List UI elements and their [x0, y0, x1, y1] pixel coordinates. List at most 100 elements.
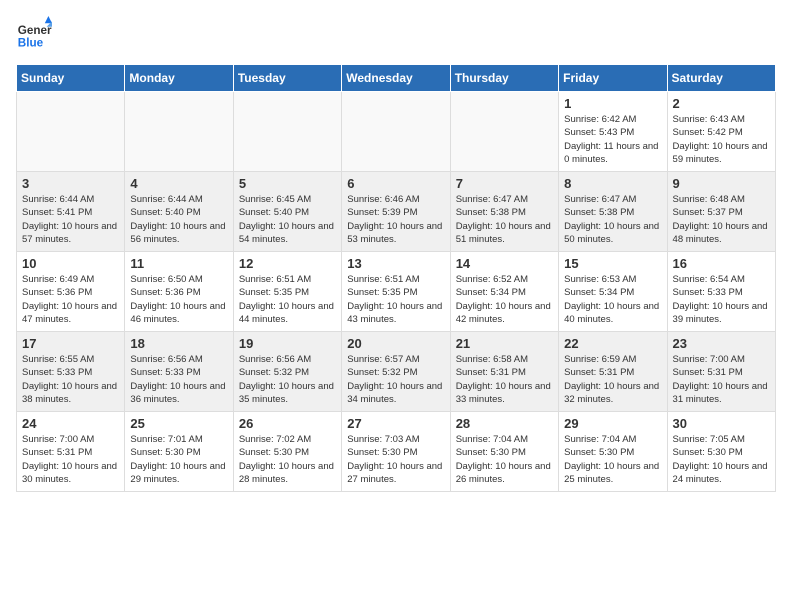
- weekday-header-tuesday: Tuesday: [233, 65, 341, 92]
- day-info: Sunrise: 6:47 AMSunset: 5:38 PMDaylight:…: [456, 193, 553, 246]
- calendar-cell: 30 Sunrise: 7:05 AMSunset: 5:30 PMDayligh…: [667, 412, 775, 492]
- day-number: 9: [673, 176, 770, 191]
- calendar-cell: 11 Sunrise: 6:50 AMSunset: 5:36 PMDayligh…: [125, 252, 233, 332]
- day-info: Sunrise: 7:03 AMSunset: 5:30 PMDaylight:…: [347, 433, 444, 486]
- day-info: Sunrise: 6:56 AMSunset: 5:32 PMDaylight:…: [239, 353, 336, 406]
- day-info: Sunrise: 6:47 AMSunset: 5:38 PMDaylight:…: [564, 193, 661, 246]
- weekday-header-thursday: Thursday: [450, 65, 558, 92]
- calendar-cell: 9 Sunrise: 6:48 AMSunset: 5:37 PMDaylight…: [667, 172, 775, 252]
- day-info: Sunrise: 7:02 AMSunset: 5:30 PMDaylight:…: [239, 433, 336, 486]
- day-info: Sunrise: 6:48 AMSunset: 5:37 PMDaylight:…: [673, 193, 770, 246]
- day-info: Sunrise: 6:49 AMSunset: 5:36 PMDaylight:…: [22, 273, 119, 326]
- day-info: Sunrise: 7:00 AMSunset: 5:31 PMDaylight:…: [673, 353, 770, 406]
- calendar-cell: 4 Sunrise: 6:44 AMSunset: 5:40 PMDaylight…: [125, 172, 233, 252]
- day-info: Sunrise: 6:43 AMSunset: 5:42 PMDaylight:…: [673, 113, 770, 166]
- calendar-cell: 10 Sunrise: 6:49 AMSunset: 5:36 PMDayligh…: [17, 252, 125, 332]
- calendar-table: SundayMondayTuesdayWednesdayThursdayFrid…: [16, 64, 776, 492]
- day-info: Sunrise: 6:51 AMSunset: 5:35 PMDaylight:…: [239, 273, 336, 326]
- day-number: 11: [130, 256, 227, 271]
- weekday-header-saturday: Saturday: [667, 65, 775, 92]
- day-number: 4: [130, 176, 227, 191]
- calendar-week-1: 1 Sunrise: 6:42 AMSunset: 5:43 PMDaylight…: [17, 92, 776, 172]
- weekday-header-monday: Monday: [125, 65, 233, 92]
- day-number: 21: [456, 336, 553, 351]
- page-header: General Blue: [16, 16, 776, 52]
- calendar-cell: 13 Sunrise: 6:51 AMSunset: 5:35 PMDayligh…: [342, 252, 450, 332]
- calendar-cell: 14 Sunrise: 6:52 AMSunset: 5:34 PMDayligh…: [450, 252, 558, 332]
- day-info: Sunrise: 6:57 AMSunset: 5:32 PMDaylight:…: [347, 353, 444, 406]
- day-info: Sunrise: 7:04 AMSunset: 5:30 PMDaylight:…: [456, 433, 553, 486]
- day-info: Sunrise: 7:01 AMSunset: 5:30 PMDaylight:…: [130, 433, 227, 486]
- day-info: Sunrise: 6:55 AMSunset: 5:33 PMDaylight:…: [22, 353, 119, 406]
- day-number: 14: [456, 256, 553, 271]
- calendar-cell: [17, 92, 125, 172]
- calendar-cell: 16 Sunrise: 6:54 AMSunset: 5:33 PMDayligh…: [667, 252, 775, 332]
- day-number: 13: [347, 256, 444, 271]
- day-number: 28: [456, 416, 553, 431]
- day-number: 17: [22, 336, 119, 351]
- calendar-cell: 6 Sunrise: 6:46 AMSunset: 5:39 PMDaylight…: [342, 172, 450, 252]
- day-info: Sunrise: 6:56 AMSunset: 5:33 PMDaylight:…: [130, 353, 227, 406]
- calendar-cell: 25 Sunrise: 7:01 AMSunset: 5:30 PMDayligh…: [125, 412, 233, 492]
- calendar-cell: 24Sunrise: 7:00 AMSunset: 5:31 PMDayligh…: [17, 412, 125, 492]
- calendar-cell: 3 Sunrise: 6:44 AMSunset: 5:41 PMDaylight…: [17, 172, 125, 252]
- day-info: Sunrise: 7:04 AMSunset: 5:30 PMDaylight:…: [564, 433, 661, 486]
- calendar-cell: 15 Sunrise: 6:53 AMSunset: 5:34 PMDayligh…: [559, 252, 667, 332]
- day-info: Sunrise: 6:52 AMSunset: 5:34 PMDaylight:…: [456, 273, 553, 326]
- calendar-cell: 7 Sunrise: 6:47 AMSunset: 5:38 PMDaylight…: [450, 172, 558, 252]
- calendar-cell: [450, 92, 558, 172]
- svg-text:Blue: Blue: [18, 37, 44, 50]
- day-info: Sunrise: 6:44 AMSunset: 5:41 PMDaylight:…: [22, 193, 119, 246]
- day-info: Sunrise: 6:53 AMSunset: 5:34 PMDaylight:…: [564, 273, 661, 326]
- logo-icon: General Blue: [16, 16, 52, 52]
- day-number: 25: [130, 416, 227, 431]
- calendar-cell: 8Sunrise: 6:47 AMSunset: 5:38 PMDaylight…: [559, 172, 667, 252]
- day-number: 5: [239, 176, 336, 191]
- logo: General Blue: [16, 16, 52, 52]
- day-number: 15: [564, 256, 661, 271]
- calendar-cell: [342, 92, 450, 172]
- day-number: 29: [564, 416, 661, 431]
- day-number: 19: [239, 336, 336, 351]
- day-number: 27: [347, 416, 444, 431]
- day-number: 12: [239, 256, 336, 271]
- day-info: Sunrise: 7:05 AMSunset: 5:30 PMDaylight:…: [673, 433, 770, 486]
- day-info: Sunrise: 6:44 AMSunset: 5:40 PMDaylight:…: [130, 193, 227, 246]
- day-info: Sunrise: 6:54 AMSunset: 5:33 PMDaylight:…: [673, 273, 770, 326]
- calendar-cell: [125, 92, 233, 172]
- calendar-cell: 23 Sunrise: 7:00 AMSunset: 5:31 PMDayligh…: [667, 332, 775, 412]
- day-number: 7: [456, 176, 553, 191]
- day-number: 3: [22, 176, 119, 191]
- calendar-cell: 5 Sunrise: 6:45 AMSunset: 5:40 PMDaylight…: [233, 172, 341, 252]
- calendar-cell: [233, 92, 341, 172]
- calendar-cell: 22Sunrise: 6:59 AMSunset: 5:31 PMDayligh…: [559, 332, 667, 412]
- calendar-cell: 27 Sunrise: 7:03 AMSunset: 5:30 PMDayligh…: [342, 412, 450, 492]
- calendar-cell: 29 Sunrise: 7:04 AMSunset: 5:30 PMDayligh…: [559, 412, 667, 492]
- day-info: Sunrise: 6:46 AMSunset: 5:39 PMDaylight:…: [347, 193, 444, 246]
- day-number: 10: [22, 256, 119, 271]
- day-number: 1: [564, 96, 661, 111]
- day-info: Sunrise: 6:42 AMSunset: 5:43 PMDaylight:…: [564, 113, 661, 166]
- weekday-header-row: SundayMondayTuesdayWednesdayThursdayFrid…: [17, 65, 776, 92]
- calendar-week-4: 17 Sunrise: 6:55 AMSunset: 5:33 PMDayligh…: [17, 332, 776, 412]
- calendar-cell: 12 Sunrise: 6:51 AMSunset: 5:35 PMDayligh…: [233, 252, 341, 332]
- day-info: Sunrise: 6:58 AMSunset: 5:31 PMDaylight:…: [456, 353, 553, 406]
- day-number: 22: [564, 336, 661, 351]
- day-number: 18: [130, 336, 227, 351]
- day-info: Sunrise: 6:51 AMSunset: 5:35 PMDaylight:…: [347, 273, 444, 326]
- day-info: Sunrise: 6:45 AMSunset: 5:40 PMDaylight:…: [239, 193, 336, 246]
- day-number: 23: [673, 336, 770, 351]
- calendar-cell: 21 Sunrise: 6:58 AMSunset: 5:31 PMDayligh…: [450, 332, 558, 412]
- day-number: 16: [673, 256, 770, 271]
- day-number: 30: [673, 416, 770, 431]
- day-number: 6: [347, 176, 444, 191]
- day-number: 2: [673, 96, 770, 111]
- weekday-header-friday: Friday: [559, 65, 667, 92]
- day-info: Sunrise: 7:00 AMSunset: 5:31 PMDaylight:…: [22, 433, 119, 486]
- day-number: 26: [239, 416, 336, 431]
- calendar-cell: 18 Sunrise: 6:56 AMSunset: 5:33 PMDayligh…: [125, 332, 233, 412]
- calendar-cell: 17 Sunrise: 6:55 AMSunset: 5:33 PMDayligh…: [17, 332, 125, 412]
- weekday-header-sunday: Sunday: [17, 65, 125, 92]
- calendar-cell: 28 Sunrise: 7:04 AMSunset: 5:30 PMDayligh…: [450, 412, 558, 492]
- day-info: Sunrise: 6:50 AMSunset: 5:36 PMDaylight:…: [130, 273, 227, 326]
